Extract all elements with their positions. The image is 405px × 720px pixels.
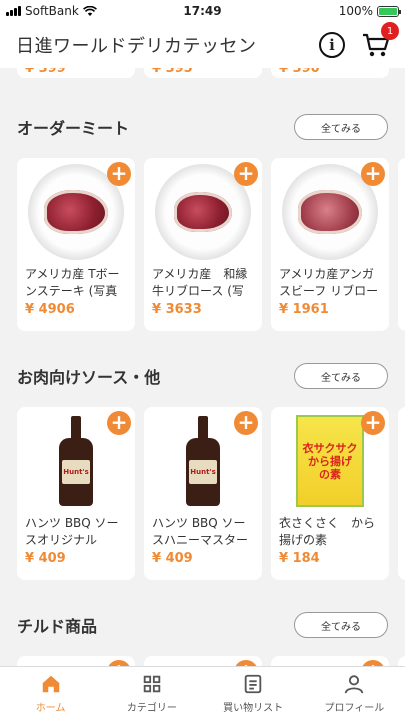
product-card[interactable]: Hunt's ハンツ BBQ ソースハニーマスター ¥ 409 + [144, 407, 262, 580]
product-card[interactable]: ¥ 390 [271, 68, 389, 78]
product-price: ¥ 409 [152, 551, 193, 566]
carrier-label: SoftBank [25, 4, 79, 18]
status-bar: SoftBank 17:49 100% [0, 0, 405, 22]
info-icon[interactable]: i [319, 32, 345, 58]
section-meat-sauce: お肉向けソース・他 全てみる Hunt's ハンツ BBQ ソースオリジナル ¥… [0, 363, 405, 580]
add-to-cart-button[interactable]: + [361, 162, 385, 186]
add-to-cart-button[interactable]: + [234, 162, 258, 186]
product-price: ¥ 409 [25, 551, 66, 566]
product-card[interactable]: ¥ 395 [144, 68, 262, 78]
store-title: 日進ワールドデリカテッセン [16, 36, 257, 57]
product-card[interactable]: アメリカ産 和縁牛リブロース (写 ¥ 3633 + [144, 158, 262, 331]
product-card[interactable]: Hunt's ハンツ BBQ ソースオリジナル ¥ 409 + [17, 407, 135, 580]
section-title: お肉向けソース・他 [17, 368, 161, 387]
add-to-cart-button[interactable]: + [234, 411, 258, 435]
battery-percent: 100% [338, 4, 373, 18]
product-card[interactable]: + [271, 656, 389, 666]
product-name: アメリカ産アンガスビーフ リブロー [279, 267, 379, 298]
tab-label: ホーム [35, 703, 66, 714]
add-to-cart-button[interactable]: + [107, 162, 131, 186]
tab-label: プロフィール [324, 703, 385, 714]
product-price: ¥ 390 [279, 68, 320, 76]
section-title: オーダーミート [17, 119, 130, 138]
list-icon [244, 674, 262, 694]
cart-button[interactable]: 1 [361, 22, 399, 60]
product-card[interactable] [398, 158, 405, 331]
tab-category[interactable]: カテゴリー [101, 667, 202, 720]
product-card[interactable]: アメリカ産 Tボーンステーキ (写真 ¥ 4906 + [17, 158, 135, 331]
section-order-meat: オーダーミート 全てみる アメリカ産 Tボーンステーキ (写真 ¥ 4906 +… [0, 114, 405, 331]
wifi-icon [82, 5, 97, 16]
previous-row: ¥ 399 ¥ 395 ¥ 390 [0, 68, 405, 82]
product-price: ¥ 395 [152, 68, 193, 76]
bag-label-line: 衣サクサク [302, 441, 358, 455]
battery-icon [377, 5, 401, 17]
product-price: ¥ 399 [25, 68, 66, 76]
tab-profile[interactable]: プロフィール [304, 667, 405, 720]
product-name: 衣さくさく から揚げの素 [279, 516, 376, 547]
app-header: 日進ワールドデリカテッセン i 1 [0, 22, 405, 68]
grid-icon [143, 675, 161, 693]
product-card[interactable]: + [144, 656, 262, 666]
person-icon [345, 675, 364, 694]
product-card[interactable] [398, 656, 405, 666]
product-card[interactable]: ¥ 399 [17, 68, 135, 78]
add-to-cart-button[interactable]: + [107, 411, 131, 435]
section-chilled: チルド商品 全てみる + + + [0, 612, 405, 666]
tab-shopping-list[interactable]: 買い物リスト [203, 667, 304, 720]
signal-icon [6, 6, 21, 16]
bag-label-line: の素 [319, 467, 341, 481]
product-card[interactable] [398, 407, 405, 580]
home-feed[interactable]: ¥ 399 ¥ 395 ¥ 390 オーダーミート 全てみる アメリカ産 Tボー… [0, 68, 405, 666]
tab-home[interactable]: ホーム [0, 667, 101, 720]
product-name: アメリカ産 和縁牛リブロース (写 [152, 267, 248, 298]
product-price: ¥ 184 [279, 551, 320, 566]
see-all-button[interactable]: 全てみる [294, 612, 388, 638]
tab-label: カテゴリー [126, 703, 177, 714]
product-name: ハンツ BBQ ソースハニーマスター [152, 516, 249, 547]
see-all-button[interactable]: 全てみる [294, 114, 388, 140]
add-to-cart-button[interactable]: + [361, 411, 385, 435]
product-name: ハンツ BBQ ソースオリジナル [25, 516, 119, 547]
tab-bar: ホーム カテゴリー 買い物リスト プロフィール [0, 666, 405, 720]
home-icon [42, 675, 59, 693]
tab-label: 買い物リスト [223, 703, 284, 714]
cart-count-badge: 1 [381, 22, 399, 40]
product-card[interactable]: アメリカ産アンガスビーフ リブロー ¥ 1961 + [271, 158, 389, 331]
product-price: ¥ 4906 [25, 302, 75, 317]
bag-label-line: から揚げ [308, 454, 352, 468]
product-card[interactable]: + [17, 656, 135, 666]
product-card[interactable]: 衣サクサク から揚げ の素 衣さくさく から揚げの素 ¥ 184 + [271, 407, 389, 580]
section-title: チルド商品 [17, 617, 98, 636]
bottle-label: Hunt's [62, 460, 90, 484]
product-price: ¥ 1961 [279, 302, 329, 317]
product-name: アメリカ産 Tボーンステーキ (写真 [25, 267, 120, 298]
status-time: 17:49 [183, 4, 222, 18]
see-all-button[interactable]: 全てみる [294, 363, 388, 389]
bottle-label: Hunt's [189, 460, 217, 484]
product-price: ¥ 3633 [152, 302, 202, 317]
